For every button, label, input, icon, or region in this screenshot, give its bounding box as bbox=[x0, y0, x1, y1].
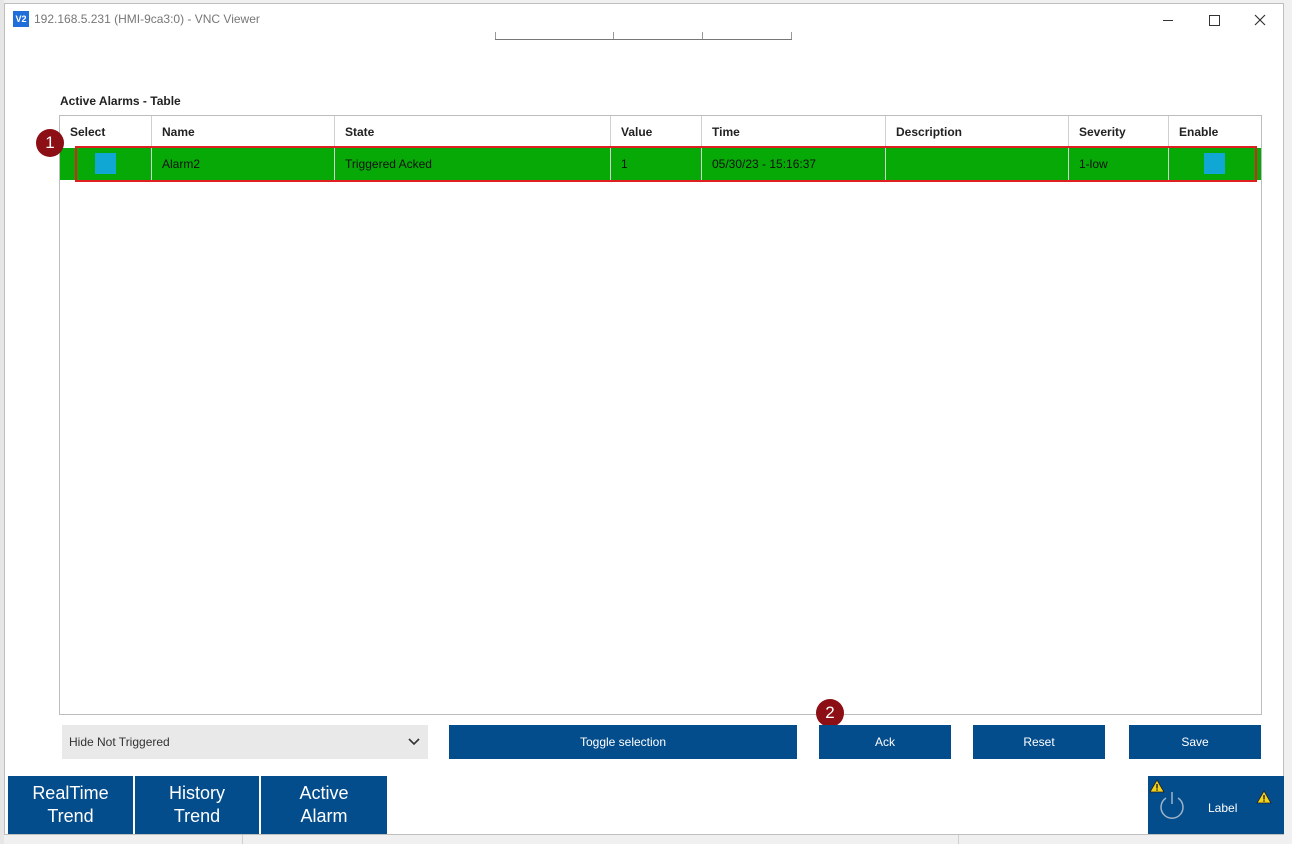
save-button[interactable]: Save bbox=[1129, 725, 1261, 759]
minimize-button[interactable] bbox=[1145, 8, 1191, 32]
column-header-enable[interactable]: Enable bbox=[1169, 116, 1261, 148]
vnc-window: V2 192.168.5.231 (HMI-9ca3:0) - VNC View… bbox=[4, 3, 1284, 835]
alarms-table: Select Name State Value Time Description… bbox=[59, 115, 1262, 715]
trigger-filter-value: Hide Not Triggered bbox=[69, 735, 170, 749]
column-header-name[interactable]: Name bbox=[152, 116, 335, 148]
nav-history-trend[interactable]: History Trend bbox=[135, 776, 259, 834]
section-title: Active Alarms - Table bbox=[60, 94, 181, 108]
ack-button[interactable]: Ack bbox=[819, 725, 951, 759]
column-header-state[interactable]: State bbox=[335, 116, 611, 148]
status-label: Label bbox=[1208, 801, 1238, 815]
annotation-badge-1: 1 bbox=[36, 129, 64, 157]
column-header-select[interactable]: Select bbox=[60, 116, 152, 148]
title-bar: V2 192.168.5.231 (HMI-9ca3:0) - VNC View… bbox=[5, 4, 1283, 34]
maximize-button[interactable] bbox=[1191, 8, 1237, 32]
annotation-badge-2: 2 bbox=[816, 699, 844, 727]
column-header-description[interactable]: Description bbox=[886, 116, 1069, 148]
maximize-icon bbox=[1209, 15, 1220, 26]
trigger-filter-select[interactable]: Hide Not Triggered bbox=[62, 725, 428, 759]
table-header: Select Name State Value Time Description… bbox=[60, 116, 1261, 149]
power-icon[interactable] bbox=[1158, 790, 1186, 820]
chevron-down-icon bbox=[408, 725, 420, 772]
nav-active-alarm[interactable]: Active Alarm bbox=[261, 776, 387, 834]
column-header-time[interactable]: Time bbox=[702, 116, 886, 148]
window-title: 192.168.5.231 (HMI-9ca3:0) - VNC Viewer bbox=[34, 12, 260, 26]
row-highlight-annotation bbox=[75, 146, 1257, 182]
reset-button[interactable]: Reset bbox=[973, 725, 1105, 759]
column-header-severity[interactable]: Severity bbox=[1069, 116, 1169, 148]
top-tab-strip[interactable] bbox=[495, 32, 792, 40]
toggle-selection-button[interactable]: Toggle selection bbox=[449, 725, 797, 759]
close-icon bbox=[1254, 14, 1266, 26]
column-header-value[interactable]: Value bbox=[611, 116, 702, 148]
minimize-icon bbox=[1163, 20, 1173, 21]
nav-realtime-trend[interactable]: RealTime Trend bbox=[8, 776, 133, 834]
warning-icon bbox=[1256, 790, 1272, 804]
close-button[interactable] bbox=[1237, 8, 1283, 32]
vnc-app-icon: V2 bbox=[13, 11, 29, 27]
status-panel: Label bbox=[1148, 776, 1284, 834]
